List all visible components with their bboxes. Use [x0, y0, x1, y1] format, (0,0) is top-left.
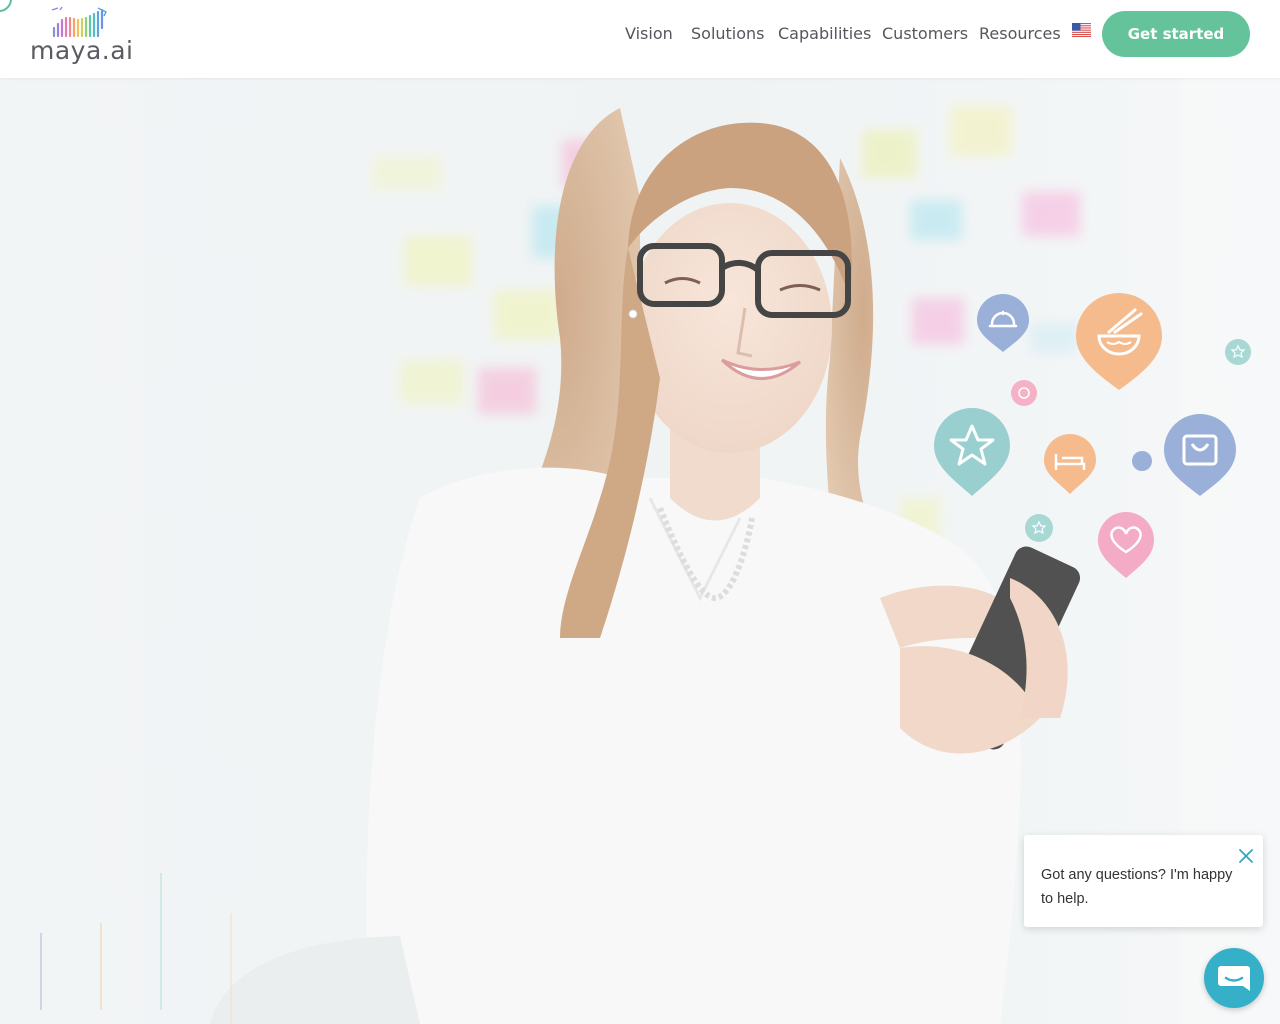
get-started-button[interactable]: Get started [1102, 11, 1250, 57]
maya-logo[interactable]: maya.ai [28, 6, 138, 68]
nav-customers[interactable]: Customers [882, 24, 968, 43]
zebra-logo-icon [51, 6, 107, 38]
site-header: maya.ai Vision Solutions Capabilities Cu… [0, 0, 1280, 78]
nav-solutions[interactable]: Solutions [691, 24, 765, 43]
chat-message-bubble[interactable]: Got any questions? I'm happy to help. [1024, 835, 1263, 927]
chat-launcher-button[interactable] [1204, 948, 1264, 1008]
nav-capabilities[interactable]: Capabilities [778, 24, 871, 43]
chat-icon [1218, 966, 1250, 991]
chat-message-text: Got any questions? I'm happy to help. [1041, 867, 1233, 907]
nav-vision[interactable]: Vision [625, 24, 673, 43]
us-flag-icon[interactable] [1072, 23, 1091, 37]
nav-resources[interactable]: Resources [979, 24, 1061, 43]
close-icon[interactable] [1238, 848, 1254, 864]
corner-ring-icon [0, 0, 12, 12]
logo-text: maya.ai [30, 36, 134, 65]
